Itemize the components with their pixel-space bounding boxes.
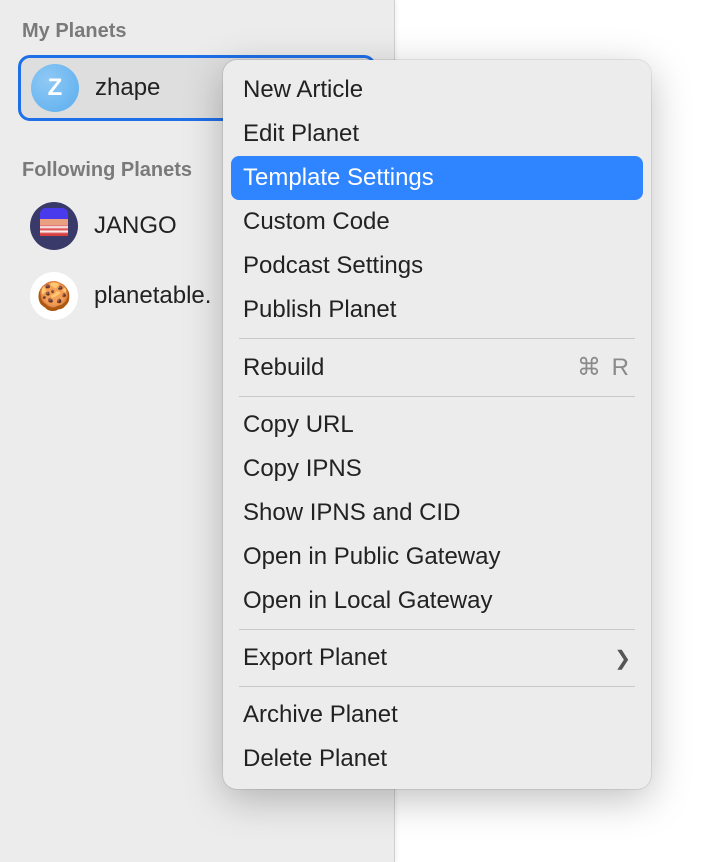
menu-item-delete-planet[interactable]: Delete Planet bbox=[231, 737, 643, 781]
menu-divider bbox=[239, 686, 635, 687]
menu-item-label: Rebuild bbox=[243, 354, 324, 382]
menu-item-archive-planet[interactable]: Archive Planet bbox=[231, 693, 643, 737]
menu-item-label: Template Settings bbox=[243, 164, 434, 192]
menu-item-copy-url[interactable]: Copy URL bbox=[231, 403, 643, 447]
menu-item-label: Archive Planet bbox=[243, 701, 398, 729]
menu-item-new-article[interactable]: New Article bbox=[231, 68, 643, 112]
menu-item-open-public-gateway[interactable]: Open in Public Gateway bbox=[231, 535, 643, 579]
menu-item-export-planet[interactable]: Export Planet ❯ bbox=[231, 636, 643, 680]
menu-item-show-ipns-cid[interactable]: Show IPNS and CID bbox=[231, 491, 643, 535]
menu-item-open-local-gateway[interactable]: Open in Local Gateway bbox=[231, 579, 643, 623]
menu-item-label: Edit Planet bbox=[243, 120, 359, 148]
menu-divider bbox=[239, 629, 635, 630]
avatar: Z bbox=[31, 64, 79, 112]
menu-item-podcast-settings[interactable]: Podcast Settings bbox=[231, 244, 643, 288]
menu-item-label: Copy IPNS bbox=[243, 455, 362, 483]
menu-item-publish-planet[interactable]: Publish Planet bbox=[231, 288, 643, 332]
menu-item-label: Show IPNS and CID bbox=[243, 499, 460, 527]
avatar bbox=[30, 202, 78, 250]
planet-name: JANGO bbox=[94, 212, 177, 240]
menu-item-label: Export Planet bbox=[243, 644, 387, 672]
menu-item-rebuild[interactable]: Rebuild ⌘ R bbox=[231, 345, 643, 390]
chevron-right-icon: ❯ bbox=[614, 646, 631, 671]
menu-item-edit-planet[interactable]: Edit Planet bbox=[231, 112, 643, 156]
menu-item-label: Podcast Settings bbox=[243, 252, 423, 280]
avatar bbox=[30, 272, 78, 320]
menu-divider bbox=[239, 338, 635, 339]
planet-name: zhape bbox=[95, 74, 160, 102]
menu-item-template-settings[interactable]: Template Settings bbox=[231, 156, 643, 200]
menu-item-label: Open in Local Gateway bbox=[243, 587, 492, 615]
planet-name: planetable. bbox=[94, 282, 211, 310]
menu-item-label: Custom Code bbox=[243, 208, 390, 236]
menu-item-label: Copy URL bbox=[243, 411, 354, 439]
menu-item-label: New Article bbox=[243, 76, 363, 104]
menu-item-label: Delete Planet bbox=[243, 745, 387, 773]
menu-shortcut: ⌘ R bbox=[577, 353, 631, 382]
menu-item-custom-code[interactable]: Custom Code bbox=[231, 200, 643, 244]
my-planets-header: My Planets bbox=[18, 20, 376, 43]
menu-item-label: Open in Public Gateway bbox=[243, 543, 500, 571]
menu-divider bbox=[239, 396, 635, 397]
menu-item-label: Publish Planet bbox=[243, 296, 396, 324]
menu-item-copy-ipns[interactable]: Copy IPNS bbox=[231, 447, 643, 491]
context-menu: New Article Edit Planet Template Setting… bbox=[223, 60, 651, 789]
